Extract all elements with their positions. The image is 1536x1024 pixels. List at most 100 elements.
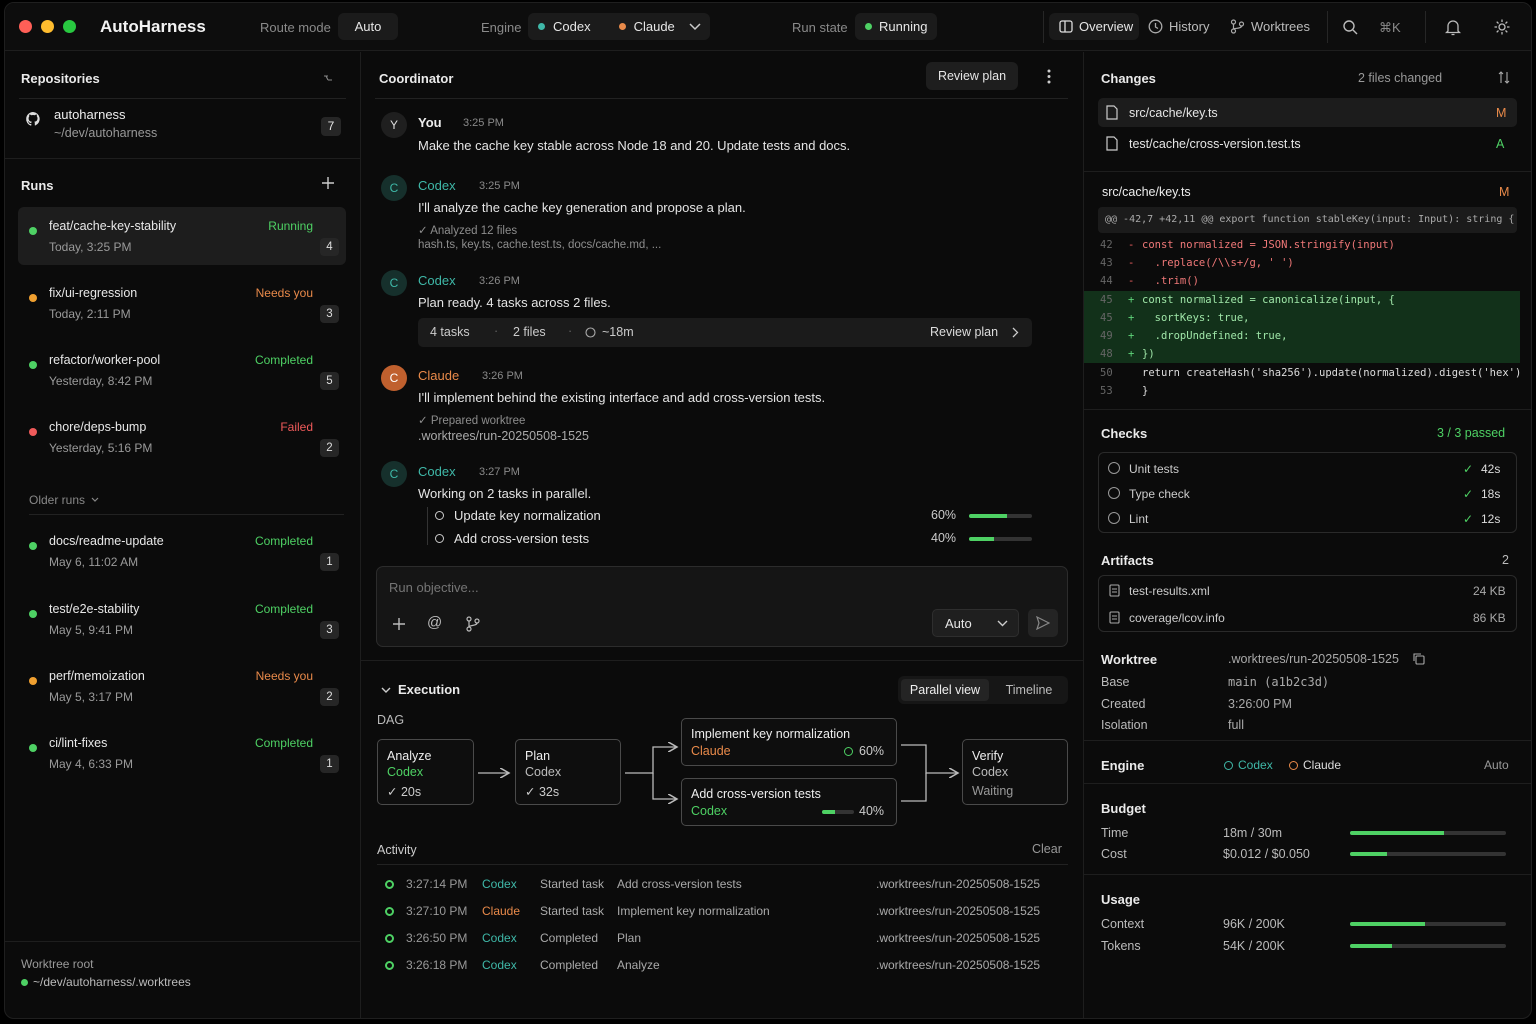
bell-icon[interactable] xyxy=(1445,18,1461,36)
artifact-row[interactable]: test-results.xml 24 KB xyxy=(1099,578,1516,603)
usage-tokens-label: Tokens xyxy=(1101,939,1141,953)
run-item[interactable]: test/e2e-stability May 5, 9:41 PM Comple… xyxy=(18,590,346,648)
run-name: fix/ui-regression xyxy=(49,286,138,300)
app-window: AutoHarness Route mode Auto Engine Codex… xyxy=(4,2,1532,1019)
plus-icon[interactable] xyxy=(392,617,406,631)
worktree-root-label: Worktree root xyxy=(21,957,94,971)
plan-files: 2 files xyxy=(513,325,546,339)
activity-row: 3:26:18 PM Codex Completed Analyze .work… xyxy=(381,958,1071,978)
changed-file-row[interactable]: src/cache/key.ts M xyxy=(1098,98,1517,127)
status-dot-icon xyxy=(29,227,37,235)
budget-title: Budget xyxy=(1101,801,1146,816)
check-row[interactable]: Lint ✓ 12s xyxy=(1099,506,1516,531)
parallel-view-tab[interactable]: Parallel view xyxy=(901,679,989,701)
check-row[interactable]: Unit tests ✓ 42s xyxy=(1099,456,1516,481)
older-runs-toggle[interactable]: Older runs xyxy=(29,493,99,507)
check-duration: 42s xyxy=(1481,462,1501,476)
diff-line-removed: 44 - .trim() xyxy=(1084,272,1520,290)
search-icon[interactable] xyxy=(1343,20,1358,35)
dag-node-implement[interactable]: Implement key normalization Claude 60% xyxy=(681,718,897,766)
engine-select[interactable]: Codex Claude xyxy=(528,13,710,40)
sort-icon[interactable] xyxy=(1498,71,1510,84)
run-item[interactable]: feat/cache-key-stability Today, 3:25 PM … xyxy=(18,207,346,265)
run-item[interactable]: ci/lint-fixes May 4, 6:33 PM Completed 1 xyxy=(18,724,346,782)
budget-time-value: 18m / 30m xyxy=(1223,826,1283,840)
dag-node-tests[interactable]: Add cross-version tests Codex 40% xyxy=(681,778,897,826)
review-plan-button[interactable]: Review plan xyxy=(926,62,1018,90)
diff-sign: - xyxy=(1128,239,1135,251)
dag-node-analyze[interactable]: Analyze Codex ✓ 20s xyxy=(377,739,474,805)
divider xyxy=(1425,11,1426,43)
divider xyxy=(375,98,1068,99)
run-item[interactable]: fix/ui-regression Today, 2:11 PM Needs y… xyxy=(18,274,346,332)
clear-activity-button[interactable]: Clear xyxy=(1032,842,1062,856)
add-run-icon[interactable] xyxy=(321,176,335,190)
task-label: Update key normalization xyxy=(454,508,601,523)
run-count-badge: 1 xyxy=(320,755,339,773)
nav-worktrees-tab[interactable]: Worktrees xyxy=(1230,19,1310,34)
zoom-window-button[interactable] xyxy=(63,20,76,33)
copy-icon[interactable] xyxy=(1413,653,1425,665)
run-item[interactable]: perf/memoization May 5, 3:17 PM Needs yo… xyxy=(18,657,346,715)
chevron-down-icon[interactable] xyxy=(381,687,391,694)
activity-action: Completed xyxy=(540,931,599,945)
mention-icon[interactable]: @ xyxy=(427,614,442,631)
divider xyxy=(1084,874,1531,875)
check-row[interactable]: Type check ✓ 18s xyxy=(1099,481,1516,506)
close-window-button[interactable] xyxy=(19,20,32,33)
activity-action: Completed xyxy=(540,958,599,972)
run-count-badge: 2 xyxy=(320,439,339,457)
dag-node-verify[interactable]: Verify Codex Waiting xyxy=(962,739,1068,805)
minimize-window-button[interactable] xyxy=(41,20,54,33)
line-number: 53 xyxy=(1100,385,1113,397)
node-engine: Codex xyxy=(387,765,424,779)
check-name: Type check xyxy=(1129,487,1190,501)
message-detail: ✓ Analyzed 12 files xyxy=(418,225,518,237)
route-mode-select[interactable]: Auto xyxy=(338,13,398,40)
plan-review-link[interactable]: Review plan xyxy=(930,325,998,339)
document-icon xyxy=(1109,611,1120,624)
branch-icon[interactable] xyxy=(466,616,480,632)
diff-line-added: 45 + sortKeys: true, xyxy=(1084,309,1520,327)
gear-icon[interactable] xyxy=(1493,18,1511,36)
code-text: } xyxy=(1142,385,1149,397)
run-item[interactable]: docs/readme-update May 6, 11:02 AM Compl… xyxy=(18,522,346,580)
send-button[interactable] xyxy=(1028,609,1058,637)
artifact-row[interactable]: coverage/lcov.info 86 KB xyxy=(1099,605,1516,630)
nav-history-tab[interactable]: History xyxy=(1148,19,1209,34)
error-circle-icon xyxy=(29,428,37,436)
run-name: refactor/worker-pool xyxy=(49,353,161,367)
timeline-tab[interactable]: Timeline xyxy=(993,679,1065,701)
task-progress-fill xyxy=(969,537,995,541)
document-icon xyxy=(1109,584,1120,597)
repo-name: autoharness xyxy=(54,107,126,122)
plan-summary-bar[interactable]: 4 tasks · 2 files · ~18m Review plan xyxy=(418,318,1032,347)
engine-label: Engine xyxy=(481,20,522,35)
worktree-path: .worktrees/run-20250508-1525 xyxy=(1228,652,1399,666)
run-time: Today, 2:11 PM xyxy=(49,307,131,321)
diff-hunk-header: @@ -42,7 +42,11 @@ export function stabl… xyxy=(1098,207,1517,233)
divider xyxy=(1084,783,1531,784)
changed-file-row[interactable]: test/cache/cross-version.test.ts A xyxy=(1098,129,1517,158)
line-number: 50 xyxy=(1100,367,1113,379)
check-duration: 12s xyxy=(1481,512,1501,526)
repo-path: ~/dev/autoharness xyxy=(54,126,158,140)
check-name: Unit tests xyxy=(1129,462,1180,476)
mode-select[interactable]: Auto xyxy=(932,609,1019,637)
status-dot-icon xyxy=(385,934,394,943)
run-item[interactable]: refactor/worker-pool Yesterday, 8:42 PM … xyxy=(18,341,346,399)
run-item[interactable]: chore/deps-bump Yesterday, 5:16 PM Faile… xyxy=(18,408,346,466)
more-vertical-icon[interactable] xyxy=(1047,69,1051,84)
activity-row: 3:27:10 PM Claude Started task Implement… xyxy=(381,904,1071,924)
diff-line-context: 50 return createHash('sha256').update(no… xyxy=(1084,364,1521,382)
code-text: const normalized = canonicalize(input, { xyxy=(1142,294,1395,306)
code-text: .trim() xyxy=(1142,275,1199,287)
objective-input[interactable] xyxy=(389,577,1049,597)
dag-node-plan[interactable]: Plan Codex ✓ 32s xyxy=(515,739,621,805)
node-meta: Waiting xyxy=(972,784,1014,798)
nav-overview-tab[interactable]: Overview xyxy=(1049,13,1139,40)
message-detail: hash.ts, key.ts, cache.test.ts, docs/cac… xyxy=(418,239,662,251)
repo-item[interactable]: autoharness ~/dev/autoharness 7 xyxy=(19,106,346,152)
check-name: Lint xyxy=(1129,512,1149,526)
collapse-icon[interactable] xyxy=(323,74,333,82)
